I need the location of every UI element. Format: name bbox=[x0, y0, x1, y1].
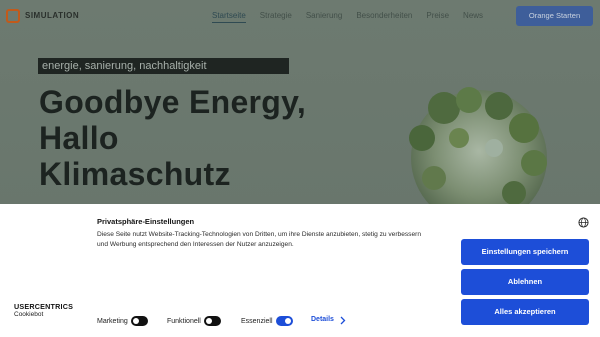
nav-item-news[interactable]: News bbox=[463, 11, 483, 23]
banner-title: Privatsphäre-Einstellungen bbox=[97, 217, 195, 226]
toggle-functional[interactable] bbox=[203, 316, 221, 326]
chevron-right-icon[interactable] bbox=[340, 316, 346, 325]
top-navigation: SIMULATION Startseite Strategie Sanierun… bbox=[0, 0, 600, 32]
usercentrics-logo: USERCENTRICS bbox=[14, 302, 74, 311]
details-link[interactable]: Details bbox=[311, 316, 334, 323]
hero-headline: Goodbye Energy, Hallo Klimaschutz bbox=[39, 84, 306, 192]
toggle-essential[interactable] bbox=[275, 316, 293, 326]
cookiebot-label: Cookiebot bbox=[14, 311, 44, 318]
hero-tagline: energie, sanierung, nachhaltigkeit bbox=[38, 58, 289, 74]
accept-all-button[interactable]: Alles akzeptieren bbox=[461, 299, 589, 325]
headline-line-1: Goodbye Energy, bbox=[39, 84, 307, 120]
language-globe-icon[interactable] bbox=[578, 217, 589, 228]
nav-item-besonderheiten[interactable]: Besonderheiten bbox=[356, 11, 412, 23]
toggle-essential-group: Essenziell bbox=[241, 316, 293, 326]
toggle-marketing-label: Marketing bbox=[97, 317, 128, 325]
nav-item-preise[interactable]: Preise bbox=[426, 11, 449, 23]
cta-button[interactable]: Orange Starten bbox=[516, 6, 593, 26]
nav-item-sanierung[interactable]: Sanierung bbox=[306, 11, 342, 23]
decline-button[interactable]: Ablehnen bbox=[461, 269, 589, 295]
brand-name[interactable]: SIMULATION bbox=[25, 11, 79, 20]
headline-line-3: Klimaschutz bbox=[39, 156, 231, 192]
main-menu: Startseite Strategie Sanierung Besonderh… bbox=[212, 11, 483, 23]
headline-line-2: Hallo bbox=[39, 120, 119, 156]
toggle-marketing[interactable] bbox=[130, 316, 148, 326]
toggle-functional-group: Funktionell bbox=[167, 316, 221, 326]
banner-description: Diese Seite nutzt Website-Tracking-Techn… bbox=[97, 231, 421, 248]
nav-item-startseite[interactable]: Startseite bbox=[212, 11, 246, 23]
toggle-functional-label: Funktionell bbox=[167, 317, 201, 325]
nav-item-strategie[interactable]: Strategie bbox=[260, 11, 292, 23]
toggle-marketing-group: Marketing bbox=[97, 316, 148, 326]
brand-logo-icon[interactable] bbox=[6, 9, 20, 23]
toggle-essential-label: Essenziell bbox=[241, 317, 273, 325]
save-settings-button[interactable]: Einstellungen speichern bbox=[461, 239, 589, 265]
